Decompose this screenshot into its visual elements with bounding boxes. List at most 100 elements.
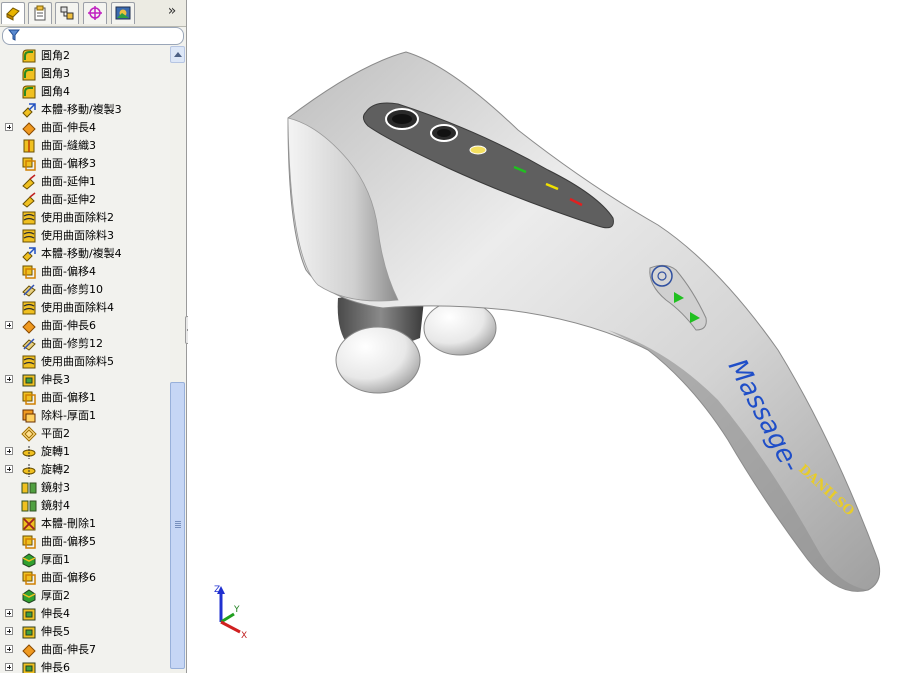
fillet-icon: [22, 49, 36, 63]
tab-configuration-manager[interactable]: [55, 2, 79, 24]
axis-triad: Z Y X: [214, 585, 247, 641]
tree-item[interactable]: 伸長6: [0, 659, 170, 673]
handle-power-button[interactable]: [651, 265, 673, 287]
extrude-icon: [22, 374, 36, 387]
scroll-up-button[interactable]: [170, 46, 185, 63]
surface-cut-icon: [22, 211, 36, 225]
expand-icon[interactable]: [5, 375, 13, 383]
tree-item-label: 除料-厚面1: [41, 409, 96, 422]
tree-item-label: 曲面-偏移1: [41, 391, 96, 404]
tree-item[interactable]: 平面2: [0, 425, 170, 443]
tree-item[interactable]: 旋轉2: [0, 461, 170, 479]
expand-icon[interactable]: [5, 663, 13, 671]
tree-item-label: 使用曲面除料3: [41, 229, 114, 242]
expand-icon[interactable]: [5, 447, 13, 455]
expand-icon[interactable]: [5, 321, 13, 329]
tree-item[interactable]: 本體-刪除1: [0, 515, 170, 533]
tree-item[interactable]: 曲面-修剪10: [0, 281, 170, 299]
tree-item[interactable]: 曲面-伸長4: [0, 119, 170, 137]
tree-scrollbar[interactable]: [170, 46, 185, 673]
surface-offset-icon: [22, 265, 36, 279]
tree-item[interactable]: 曲面-偏移1: [0, 389, 170, 407]
tree-item-label: 曲面-修剪10: [41, 283, 103, 296]
property-icon: [34, 5, 46, 21]
tab-display-manager[interactable]: [111, 2, 135, 24]
tree-item[interactable]: 使用曲面除料5: [0, 353, 170, 371]
y-axis: [220, 612, 235, 624]
tree-item[interactable]: 曲面-延伸1: [0, 173, 170, 191]
surface-cut-icon: [22, 229, 36, 243]
tree-item[interactable]: 曲面-縫織3: [0, 137, 170, 155]
tree-item-label: 使用曲面除料5: [41, 355, 114, 368]
tree-item-label: 使用曲面除料2: [41, 211, 114, 224]
feature-tree: 圓角2 圓角3 圓角4 本體-移動/複製3 曲面-伸長4 曲面-縫織3 曲面-偏移3 曲面-延…: [0, 46, 170, 673]
tree-item-label: 曲面-偏移6: [41, 571, 96, 584]
manager-tabs: »: [0, 0, 186, 27]
tree-item-label: 曲面-偏移4: [41, 265, 96, 278]
tree-item[interactable]: 旋轉1: [0, 443, 170, 461]
tree-item[interactable]: 本體-移動/複製3: [0, 101, 170, 119]
tree-item[interactable]: 曲面-偏移5: [0, 533, 170, 551]
scroll-thumb[interactable]: [170, 382, 185, 669]
graphics-viewport[interactable]: Massage- DANILSO Z Y X: [188, 0, 915, 673]
tree-item[interactable]: 鏡射3: [0, 479, 170, 497]
extrude-icon: [22, 662, 36, 673]
tab-property-manager[interactable]: [28, 2, 52, 24]
tree-item[interactable]: 圓角3: [0, 65, 170, 83]
surface-cut-icon: [22, 355, 36, 369]
tree-item-label: 曲面-延伸1: [41, 175, 96, 188]
expand-icon[interactable]: [5, 609, 13, 617]
tree-item[interactable]: 曲面-修剪12: [0, 335, 170, 353]
tree-item-label: 本體-移動/複製4: [41, 247, 122, 260]
tree-item[interactable]: 伸長5: [0, 623, 170, 641]
surface-trim-icon: [22, 338, 36, 351]
massage-head-front: [335, 326, 421, 394]
tree-item[interactable]: 曲面-偏移4: [0, 263, 170, 281]
tree-item-label: 厚面1: [41, 553, 70, 566]
mode-button[interactable]: [430, 124, 458, 142]
tree-item-label: 使用曲面除料4: [41, 301, 114, 314]
tree-item-label: 曲面-偏移5: [41, 535, 96, 548]
tree-item[interactable]: 厚面1: [0, 551, 170, 569]
expand-icon[interactable]: [5, 645, 13, 653]
tree-item-label: 圓角3: [41, 67, 70, 80]
extrude-icon: [22, 626, 36, 639]
tree-item[interactable]: 曲面-偏移3: [0, 155, 170, 173]
extrude-icon: [22, 608, 36, 621]
expand-icon[interactable]: [5, 627, 13, 635]
tree-item[interactable]: 曲面-伸長7: [0, 641, 170, 659]
tree-item[interactable]: 伸長3: [0, 371, 170, 389]
thicken-icon: [22, 553, 36, 568]
tree-item[interactable]: 圓角4: [0, 83, 170, 101]
y-axis-label: Y: [233, 605, 240, 615]
tree-item-label: 曲面-偏移3: [41, 157, 96, 170]
surface-knit-icon: [23, 139, 35, 153]
filter-icon: [8, 29, 20, 41]
tree-item[interactable]: 曲面-伸長6: [0, 317, 170, 335]
tree-item[interactable]: 使用曲面除料2: [0, 209, 170, 227]
surface-extend-icon: [22, 174, 36, 190]
tree-item[interactable]: 鏡射4: [0, 497, 170, 515]
tree-item[interactable]: 伸長4: [0, 605, 170, 623]
filter-input[interactable]: [2, 27, 184, 45]
tree-item[interactable]: 本體-移動/複製4: [0, 245, 170, 263]
tree-item[interactable]: 圓角2: [0, 47, 170, 65]
tree-item[interactable]: 使用曲面除料3: [0, 227, 170, 245]
tree-item[interactable]: 曲面-偏移6: [0, 569, 170, 587]
tree-item[interactable]: 厚面2: [0, 587, 170, 605]
tab-feature-manager[interactable]: [1, 2, 25, 24]
expand-icon[interactable]: [5, 123, 13, 131]
tree-item-label: 本體-刪除1: [41, 517, 96, 530]
tree-item[interactable]: 曲面-延伸2: [0, 191, 170, 209]
z-axis-label: Z: [214, 585, 220, 595]
more-tabs-button[interactable]: »: [163, 3, 181, 19]
power-button[interactable]: [385, 108, 419, 130]
tree-item[interactable]: 除料-厚面1: [0, 407, 170, 425]
tab-dimxpert-manager[interactable]: [83, 2, 107, 24]
expand-icon[interactable]: [5, 465, 13, 473]
revolve-icon: [22, 464, 36, 477]
tree-item-label: 圓角4: [41, 85, 70, 98]
tree-item-label: 曲面-延伸2: [41, 193, 96, 206]
tree-item-label: 厚面2: [41, 589, 70, 602]
tree-item[interactable]: 使用曲面除料4: [0, 299, 170, 317]
